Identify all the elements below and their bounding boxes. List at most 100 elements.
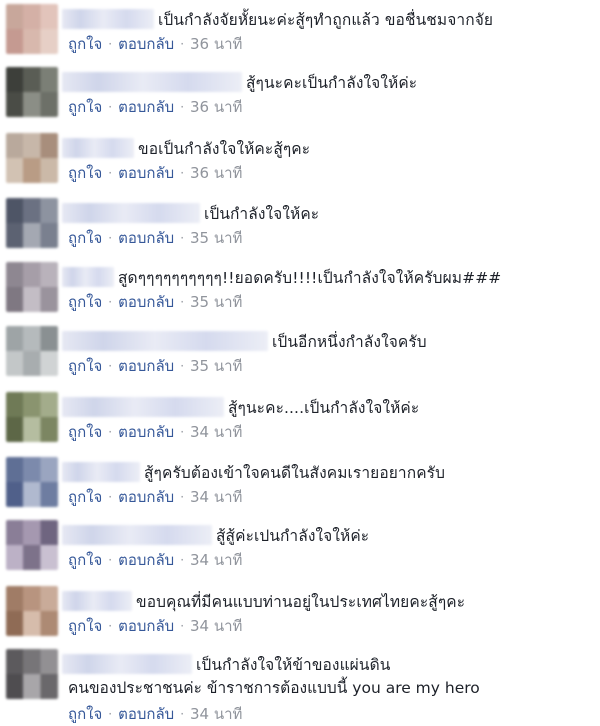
like-link[interactable]: ถูกใจ [68,548,102,572]
comment-body: ขอเป็นกำลังใจให้คะสู้ๆคะ [62,135,310,161]
separator-dot: · [180,166,185,180]
comment-body: สู้ๆครับต้องเข้าใจคนดีในสังคมเรายอยากครั… [62,459,445,485]
comment-timestamp[interactable]: 34 นาที [190,420,242,444]
reply-link[interactable]: ตอบกลับ [118,702,174,726]
comment-actions: ถูกใจ · ตอบกลับ · 36 นาที [68,32,242,56]
comment-body: เป็นกำลังใจให้คะ [62,200,319,226]
commenter-name-blurred[interactable] [62,203,200,223]
avatar-image [6,326,58,376]
comment-text: สูดๆๆๆๆๆๆๆๆๆๆ!!ยอดครับ!!!!เป็นกำลังใจให้… [118,268,502,287]
separator-dot: · [180,295,185,309]
separator-dot: · [180,100,185,114]
like-link[interactable]: ถูกใจ [68,354,102,378]
commenter-name-blurred[interactable] [62,72,242,92]
like-link[interactable]: ถูกใจ [68,161,102,185]
avatar-image [6,262,58,312]
avatar[interactable] [6,4,58,54]
avatar[interactable] [6,457,58,507]
comment-actions: ถูกใจ · ตอบกลับ · 34 นาที [68,702,242,726]
avatar[interactable] [6,649,58,699]
comment-timestamp[interactable]: 36 นาที [190,95,242,119]
like-link[interactable]: ถูกใจ [68,95,102,119]
separator-dot: · [108,166,113,180]
comment-timestamp[interactable]: 36 นาที [190,32,242,56]
commenter-name-blurred[interactable] [62,591,132,611]
comment-text: สู้ๆครับต้องเข้าใจคนดีในสังคมเรายอยากครั… [144,463,446,482]
comment-actions: ถูกใจ · ตอบกลับ · 35 นาที [68,290,242,314]
comment-timestamp[interactable]: 36 นาที [190,161,242,185]
separator-dot: · [180,425,185,439]
comment-body: สู้สู้ค่ะเปนกำลังใจให้ค่ะ [62,522,369,548]
like-link[interactable]: ถูกใจ [68,702,102,726]
comment-actions: ถูกใจ · ตอบกลับ · 36 นาที [68,95,242,119]
commenter-name-blurred[interactable] [62,654,192,674]
like-link[interactable]: ถูกใจ [68,614,102,638]
comment-timestamp[interactable]: 34 นาที [190,485,242,509]
separator-dot: · [108,490,113,504]
like-link[interactable]: ถูกใจ [68,290,102,314]
comment-text: เป็นกำลังใจให้ข้าของแผ่นดิน [196,655,391,674]
commenter-name-blurred[interactable] [62,525,212,545]
commenter-name-blurred[interactable] [62,397,224,417]
comment-text: ขอบคุณที่มีคนแบบท่านอยู่ในประเทศไทยคะสู้… [136,592,466,611]
avatar[interactable] [6,133,58,183]
reply-link[interactable]: ตอบกลับ [118,420,174,444]
comment-actions: ถูกใจ · ตอบกลับ · 35 นาที [68,226,242,250]
separator-dot: · [108,619,113,633]
separator-dot: · [108,553,113,567]
comment-text: เป็นกำลังจัยหั้ยนะค่ะสู้ๆทำถูกแล้ว ขอชื่… [158,10,494,29]
comment-timestamp[interactable]: 35 นาที [190,226,242,250]
avatar-image [6,649,58,699]
comment-body: สูดๆๆๆๆๆๆๆๆๆๆ!!ยอดครับ!!!!เป็นกำลังใจให้… [62,264,501,290]
comment-actions: ถูกใจ · ตอบกลับ · 34 นาที [68,420,242,444]
comment-text: เป็นกำลังใจให้คะ [204,204,320,223]
comment-body: สู้ๆนะคะเป็นกำลังใจให้ค่ะ [62,69,417,95]
avatar-image [6,198,58,248]
comment-text-line2: คนของประชาชนค่ะ ข้าราชการต้องแบบนี้ you … [68,679,480,697]
comment-text-continued: คนของประชาชนค่ะ ข้าราชการต้องแบบนี้ you … [68,675,480,700]
reply-link[interactable]: ตอบกลับ [118,548,174,572]
comment-text: สู้ๆนะคะ....เป็นกำลังใจให้ค่ะ [228,398,420,417]
like-link[interactable]: ถูกใจ [68,226,102,250]
reply-link[interactable]: ตอบกลับ [118,32,174,56]
commenter-name-blurred[interactable] [62,9,154,29]
comment-timestamp[interactable]: 35 นาที [190,354,242,378]
comment-body: เป็นอีกหนึ่งกำลังใจครับ [62,328,427,354]
comment-actions: ถูกใจ · ตอบกลับ · 34 นาที [68,548,242,572]
reply-link[interactable]: ตอบกลับ [118,226,174,250]
commenter-name-blurred[interactable] [62,462,140,482]
comment-timestamp[interactable]: 34 นาที [190,702,242,726]
like-link[interactable]: ถูกใจ [68,32,102,56]
avatar-image [6,133,58,183]
comment-text: สู้สู้ค่ะเปนกำลังใจให้ค่ะ [216,526,370,545]
commenter-name-blurred[interactable] [62,267,114,287]
avatar[interactable] [6,198,58,248]
commenter-name-blurred[interactable] [62,331,268,351]
reply-link[interactable]: ตอบกลับ [118,354,174,378]
reply-link[interactable]: ตอบกลับ [118,290,174,314]
avatar-image [6,520,58,570]
avatar[interactable] [6,262,58,312]
avatar[interactable] [6,67,58,117]
comment-actions: ถูกใจ · ตอบกลับ · 35 นาที [68,354,242,378]
avatar-image [6,67,58,117]
comment-body: เป็นกำลังจัยหั้ยนะค่ะสู้ๆทำถูกแล้ว ขอชื่… [62,6,493,32]
avatar[interactable] [6,586,58,636]
avatar-image [6,586,58,636]
commenter-name-blurred[interactable] [62,138,134,158]
reply-link[interactable]: ตอบกลับ [118,95,174,119]
comment-timestamp[interactable]: 34 นาที [190,548,242,572]
comment-timestamp[interactable]: 35 นาที [190,290,242,314]
comment-actions: ถูกใจ · ตอบกลับ · 36 นาที [68,161,242,185]
avatar[interactable] [6,326,58,376]
comment-body: ขอบคุณที่มีคนแบบท่านอยู่ในประเทศไทยคะสู้… [62,588,465,614]
reply-link[interactable]: ตอบกลับ [118,161,174,185]
separator-dot: · [108,231,113,245]
like-link[interactable]: ถูกใจ [68,420,102,444]
like-link[interactable]: ถูกใจ [68,485,102,509]
comment-timestamp[interactable]: 34 นาที [190,614,242,638]
reply-link[interactable]: ตอบกลับ [118,614,174,638]
avatar[interactable] [6,392,58,442]
avatar[interactable] [6,520,58,570]
reply-link[interactable]: ตอบกลับ [118,485,174,509]
